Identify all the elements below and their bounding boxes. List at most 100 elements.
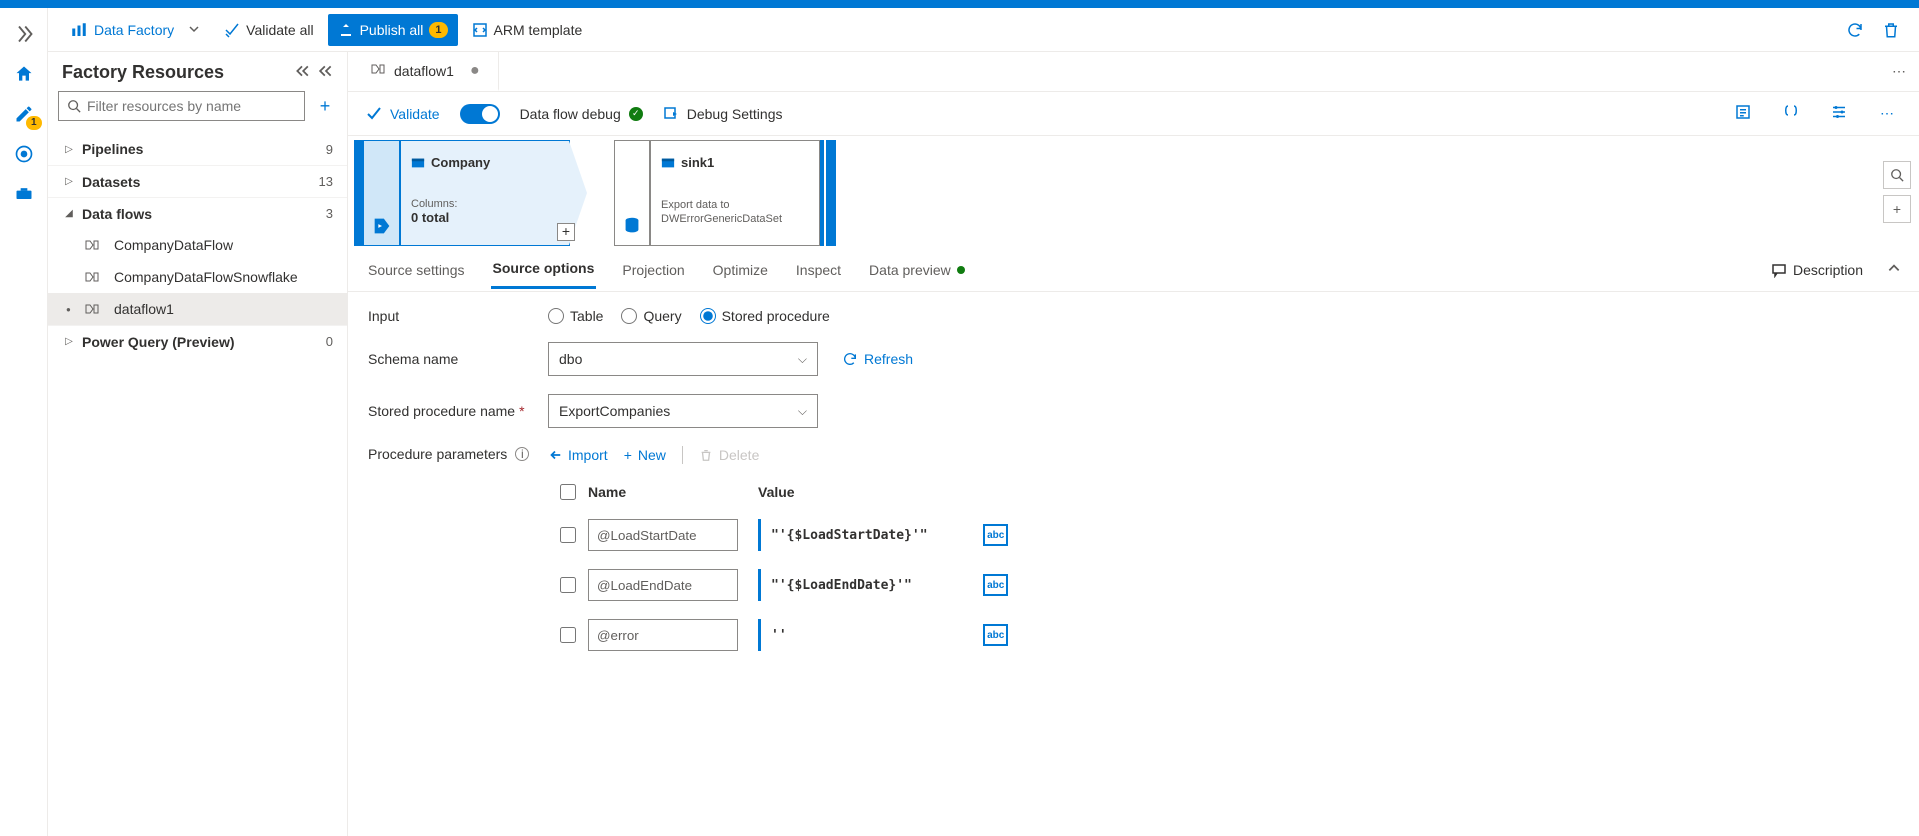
more-button[interactable]: ⋯ — [1873, 105, 1901, 122]
param-name-input[interactable] — [588, 569, 738, 601]
chevron-down-icon: ⌵ — [798, 404, 807, 419]
rail-manage-button[interactable] — [0, 174, 48, 214]
category-datasets[interactable]: ▷ Datasets 13 — [48, 165, 347, 197]
validate-all-label: Validate all — [246, 22, 313, 38]
description-button[interactable]: Description — [1771, 262, 1863, 278]
resources-pin-icon[interactable] — [319, 64, 333, 81]
editor-area: dataflow1 ● ⋯ Validate Data flow debug ✓ — [348, 52, 1919, 836]
data-factory-dropdown[interactable]: Data Factory — [60, 14, 210, 46]
input-radio-table[interactable]: Table — [548, 308, 603, 324]
expression-builder-button[interactable]: abc — [983, 574, 1008, 596]
collapse-panel-button[interactable] — [1887, 261, 1901, 278]
json-view-button[interactable] — [1777, 103, 1805, 124]
canvas-add-button[interactable]: + — [1883, 195, 1911, 223]
sink-node[interactable]: sink1 Export data to DWErrorGenericDataS… — [614, 140, 836, 246]
source-node[interactable]: Company Columns: 0 total + — [354, 140, 570, 246]
editor-tab-more[interactable]: ⋯ — [1879, 52, 1919, 91]
category-powerquery[interactable]: ▷ Power Query (Preview) 0 — [48, 325, 347, 357]
top-toolbar: Data Factory Validate all Publish all 1 … — [48, 8, 1919, 52]
schema-select[interactable]: dbo ⌵ — [548, 342, 818, 376]
params-label: Procedure parametersi — [368, 446, 548, 462]
schema-label: Schema name — [368, 351, 548, 367]
sink-icon — [621, 215, 643, 237]
tab-data-preview[interactable]: Data preview — [867, 252, 967, 288]
publish-all-button[interactable]: Publish all 1 — [328, 14, 458, 46]
validate-all-button[interactable]: Validate all — [214, 14, 323, 46]
delete-param-button: Delete — [699, 447, 759, 463]
tab-source-settings[interactable]: Source settings — [366, 252, 467, 288]
refresh-button[interactable] — [1839, 14, 1871, 46]
import-params-button[interactable]: Import — [548, 447, 608, 463]
dataflow-item[interactable]: CompanyDataFlowSnowflake — [48, 261, 347, 293]
canvas-search-button[interactable] — [1883, 161, 1911, 189]
rail-author-button[interactable]: 1 — [0, 94, 48, 134]
debug-toggle[interactable] — [460, 104, 500, 124]
dirty-indicator-icon: ● — [470, 62, 480, 80]
category-dataflows[interactable]: ◢ Data flows 3 — [48, 197, 347, 229]
data-factory-label: Data Factory — [94, 22, 174, 38]
code-view-button[interactable] — [1729, 103, 1757, 124]
debug-settings-button[interactable]: Debug Settings — [663, 106, 783, 122]
publish-all-label: Publish all — [360, 22, 424, 38]
refresh-schema-button[interactable]: Refresh — [842, 351, 913, 367]
param-name-input[interactable] — [588, 519, 738, 551]
select-all-params-checkbox[interactable] — [560, 484, 576, 500]
expression-builder-button[interactable]: abc — [983, 624, 1008, 646]
status-dot-icon — [957, 266, 965, 274]
dataflow-icon — [84, 237, 100, 253]
settings-button[interactable] — [1825, 103, 1853, 124]
param-row-checkbox[interactable] — [560, 577, 576, 593]
caret-icon: ▷ — [62, 176, 76, 187]
resources-collapse-icon[interactable] — [295, 64, 309, 81]
dataflow-item[interactable]: CompanyDataFlow — [48, 229, 347, 261]
input-label: Input — [368, 308, 548, 324]
category-pipelines[interactable]: ▷ Pipelines 9 — [48, 133, 347, 165]
status-ok-icon: ✓ — [629, 107, 643, 121]
param-row: '' abc — [548, 610, 1899, 660]
param-value-display[interactable]: "'{$LoadEndDate}'" — [758, 569, 973, 601]
validate-button[interactable]: Validate — [366, 106, 440, 122]
rail-author-badge: 1 — [26, 116, 42, 130]
param-value-display[interactable]: "'{$LoadStartDate}'" — [758, 519, 973, 551]
arm-template-label: ARM template — [494, 22, 583, 38]
table-icon — [661, 156, 675, 170]
dataflow-icon — [84, 269, 100, 285]
editor-tab-dataflow1[interactable]: dataflow1 ● — [352, 52, 499, 91]
tab-source-options[interactable]: Source options — [491, 250, 597, 289]
expression-builder-button[interactable]: abc — [983, 524, 1008, 546]
editor-tab-label: dataflow1 — [394, 63, 454, 79]
param-row-checkbox[interactable] — [560, 527, 576, 543]
chevron-down-icon — [188, 22, 200, 38]
info-icon[interactable]: i — [515, 447, 529, 461]
input-radio-query[interactable]: Query — [621, 308, 681, 324]
new-param-button[interactable]: + New — [624, 447, 666, 463]
input-radio-group: Table Query Stored procedure — [548, 308, 830, 324]
add-transformation-button[interactable]: + — [557, 223, 575, 241]
resources-tree: ▷ Pipelines 9 ▷ Datasets 13 ◢ Data flows… — [48, 129, 347, 361]
dataflow-icon — [84, 301, 100, 317]
rail-monitor-button[interactable] — [0, 134, 48, 174]
tab-optimize[interactable]: Optimize — [711, 252, 770, 288]
resources-filter-input[interactable] — [87, 98, 296, 114]
dataflow-canvas[interactable]: Company Columns: 0 total + — [348, 136, 1919, 248]
arm-template-dropdown[interactable]: ARM template — [462, 14, 593, 46]
discard-button[interactable] — [1875, 14, 1907, 46]
param-value-display[interactable]: '' — [758, 619, 973, 651]
param-name-input[interactable] — [588, 619, 738, 651]
tab-projection[interactable]: Projection — [620, 252, 686, 288]
dataflow-item-active[interactable]: dataflow1 — [48, 293, 347, 325]
config-tab-strip: Source settings Source options Projectio… — [348, 248, 1919, 292]
resources-add-button[interactable]: + — [313, 96, 337, 117]
sp-select[interactable]: ExportCompanies ⌵ — [548, 394, 818, 428]
resources-filter-box[interactable] — [58, 91, 305, 121]
caret-icon: ▷ — [62, 336, 76, 347]
table-icon — [411, 156, 425, 170]
rail-expand-button[interactable] — [0, 14, 48, 54]
col-header-name: Name — [588, 484, 758, 500]
search-icon — [67, 99, 81, 113]
param-row-checkbox[interactable] — [560, 627, 576, 643]
rail-home-button[interactable] — [0, 54, 48, 94]
publish-all-badge: 1 — [429, 22, 447, 38]
tab-inspect[interactable]: Inspect — [794, 252, 843, 288]
input-radio-sp[interactable]: Stored procedure — [700, 308, 830, 324]
